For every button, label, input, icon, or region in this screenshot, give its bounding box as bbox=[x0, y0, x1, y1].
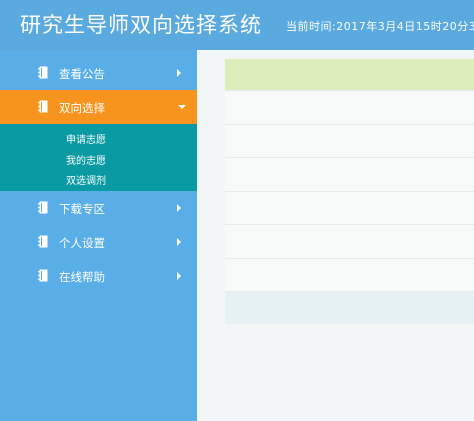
sidebar-item-label: 下载专区 bbox=[59, 202, 105, 216]
submenu-selection: 申请志愿 我的志愿 双选调剂 bbox=[0, 124, 197, 191]
submenu-item-my-choices[interactable]: 我的志愿 bbox=[0, 152, 197, 173]
app-header: 研究生导师双向选择系统 当前时间:2017年3月4日15时20分3 bbox=[0, 0, 474, 50]
sidebar-item-label: 查看公告 bbox=[59, 67, 105, 81]
submenu-item-apply[interactable]: 申请志愿 bbox=[0, 131, 197, 152]
sidebar-item-label: 个人设置 bbox=[59, 236, 105, 250]
sidebar-item-help[interactable]: 在线帮助 bbox=[0, 259, 197, 293]
table-footer-row bbox=[225, 292, 474, 324]
table-header-row bbox=[225, 59, 474, 91]
chevron-right-icon bbox=[177, 69, 181, 77]
sidebar-item-label: 在线帮助 bbox=[59, 270, 105, 284]
app-title: 研究生导师双向选择系统 bbox=[20, 13, 262, 37]
sidebar-item-announcements[interactable]: 查看公告 bbox=[0, 56, 197, 90]
sidebar-item-settings[interactable]: 个人设置 bbox=[0, 225, 197, 259]
sidebar-item-downloads[interactable]: 下载专区 bbox=[0, 191, 197, 225]
table-row bbox=[225, 191, 474, 225]
notebook-icon bbox=[38, 235, 48, 248]
notebook-icon bbox=[38, 269, 48, 282]
sidebar: 查看公告 双向选择 申请志愿 我的志愿 双选调剂 下载专区 个人设置 在线帮助 bbox=[0, 50, 197, 421]
table-row bbox=[225, 258, 474, 292]
chevron-right-icon bbox=[177, 238, 181, 246]
chevron-right-icon bbox=[177, 204, 181, 212]
notebook-icon bbox=[38, 201, 48, 214]
main-content bbox=[197, 50, 474, 421]
sidebar-item-selection[interactable]: 双向选择 bbox=[0, 90, 197, 124]
notebook-icon bbox=[38, 66, 48, 79]
table-row bbox=[225, 158, 474, 192]
submenu-item-adjust[interactable]: 双选调剂 bbox=[0, 172, 197, 193]
content-table bbox=[225, 59, 474, 349]
current-time: 当前时间:2017年3月4日15时20分3 bbox=[286, 20, 474, 33]
chevron-down-icon bbox=[178, 105, 186, 109]
notebook-icon bbox=[38, 100, 48, 113]
table-row bbox=[225, 124, 474, 158]
table-row bbox=[225, 225, 474, 259]
table-row bbox=[225, 91, 474, 125]
sidebar-item-label: 双向选择 bbox=[59, 101, 105, 115]
chevron-right-icon bbox=[177, 272, 181, 280]
